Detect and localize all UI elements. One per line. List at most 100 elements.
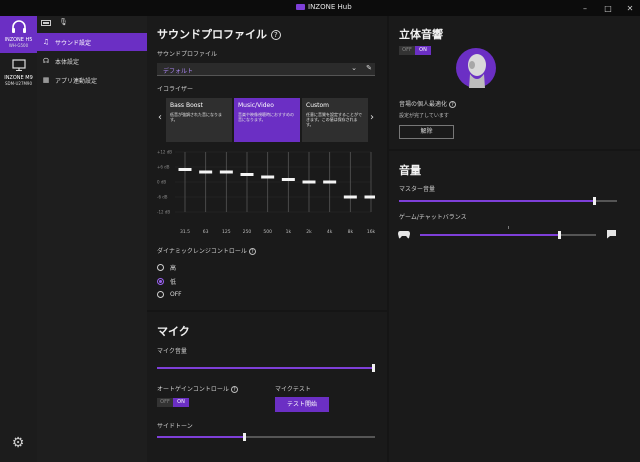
radio-button[interactable] xyxy=(157,264,164,271)
mic-volume-slider[interactable] xyxy=(157,364,375,372)
chevron-left-icon[interactable]: ‹ xyxy=(158,112,162,123)
head-avatar-icon xyxy=(456,48,496,88)
equalizer-label: イコライザー xyxy=(157,86,194,93)
profile-select[interactable]: デフォルト ⌄ ✎ xyxy=(157,63,375,76)
gear-icon[interactable]: ⚙ xyxy=(10,435,26,451)
preset-custom[interactable]: Custom 任意に音質を設定することができます。この値は保存されます。 xyxy=(302,98,368,142)
equalizer-graph[interactable]: +12 dB +6 dB 0 dB -6 dB -12 dB 31.5 63 125 250 50… xyxy=(157,148,375,244)
eq-band-label: 16k xyxy=(367,229,375,235)
eq-band-handle[interactable] xyxy=(343,195,357,199)
spatial-toggle[interactable]: OFF ON xyxy=(399,46,431,55)
slider-handle[interactable] xyxy=(593,197,596,205)
radio-label: 低 xyxy=(170,279,177,286)
music-note-icon: ♫ xyxy=(42,38,50,46)
slider-handle[interactable] xyxy=(558,231,561,239)
game-chat-balance-slider[interactable] xyxy=(420,226,596,239)
mic-test-button[interactable]: テスト開始 xyxy=(275,397,329,412)
minimize-button[interactable]: – xyxy=(574,0,596,16)
eq-scale-label: -6 dB xyxy=(157,195,168,200)
eq-band-label: 500 xyxy=(263,229,272,235)
nav-item-app-link-settings[interactable]: ▦ アプリ連動設定 xyxy=(37,71,147,89)
radio-label: 高 xyxy=(170,265,177,272)
eq-band-handle[interactable] xyxy=(261,175,275,179)
center-tick xyxy=(508,226,509,229)
grid-icon: ▦ xyxy=(42,76,50,84)
nav-top-icons: 🎙 xyxy=(41,18,68,26)
eq-band-handle[interactable] xyxy=(219,170,233,174)
edit-pencil-icon[interactable]: ✎ xyxy=(366,64,372,72)
maximize-button[interactable]: □ xyxy=(597,0,619,16)
battery-icon xyxy=(41,20,51,26)
sidetone-slider[interactable] xyxy=(157,433,375,441)
help-icon[interactable]: ? xyxy=(248,248,256,255)
eq-band-label: 2k xyxy=(306,229,312,235)
nav-item-label: 本体設定 xyxy=(55,58,80,66)
nav-item-device-settings[interactable]: ☊ 本体設定 xyxy=(37,52,147,70)
device-inzone-m9[interactable]: INZONE M9 SDM-U27M90 xyxy=(0,56,37,86)
eq-band-handle[interactable] xyxy=(199,170,213,174)
drc-option-low[interactable]: 低 xyxy=(157,277,176,286)
eq-scale-label: +6 dB xyxy=(157,165,170,170)
help-icon[interactable]: ? xyxy=(270,30,281,40)
inzone-logo-icon xyxy=(296,4,305,10)
spatial-title: 立体音響 xyxy=(399,28,443,41)
personal-optimization-label: 音場の個人最適化 ? xyxy=(399,99,456,108)
eq-scale-label: -12 dB xyxy=(157,210,170,215)
headset-icon: ☊ xyxy=(42,57,50,65)
preset-music-video[interactable]: Music/Video 音楽や映像視聴時におすすめの音になります。 xyxy=(234,98,300,142)
eq-band-label: 63 xyxy=(203,229,209,235)
preset-desc: 低音が強調された音になります。 xyxy=(170,112,222,122)
preset-title: Bass Boost xyxy=(170,102,203,109)
help-icon[interactable]: ? xyxy=(448,101,456,108)
master-volume-slider[interactable] xyxy=(399,197,617,205)
headphones-icon xyxy=(11,20,26,33)
title-bar: INZONE Hub – □ ✕ xyxy=(0,0,640,16)
close-button[interactable]: ✕ xyxy=(619,0,640,16)
microphone-icon[interactable]: 🎙 xyxy=(59,18,68,26)
device-inzone-h5[interactable]: INZONE H5 WH-G500 xyxy=(0,16,37,53)
mic-volume-label: マイク音量 xyxy=(157,348,187,355)
nav-item-label: アプリ連動設定 xyxy=(55,77,98,85)
radio-button[interactable] xyxy=(157,291,164,298)
preset-title: Custom xyxy=(306,102,329,109)
agc-label: オートゲインコントロール ? xyxy=(157,384,238,393)
slider-handle[interactable] xyxy=(372,364,375,372)
nav-column: 🎙 ♫ サウンド設定 ☊ 本体設定 ▦ アプリ連動設定 xyxy=(37,16,147,462)
device-model: SDM-U27M90 xyxy=(4,81,33,86)
device-model: WH-G500 xyxy=(8,43,29,48)
radio-button[interactable] xyxy=(157,278,164,285)
app-title: INZONE Hub xyxy=(296,3,352,11)
drc-option-high[interactable]: 高 xyxy=(157,263,176,272)
preset-desc: 任意に音質を設定することができます。この値は保存されます。 xyxy=(306,112,362,127)
device-column: INZONE H5 WH-G500 INZONE M9 SDM-U27M90 ⚙ xyxy=(0,16,37,462)
monitor-icon xyxy=(11,59,26,71)
slider-handle[interactable] xyxy=(243,433,246,441)
eq-band-label: 125 xyxy=(222,229,231,235)
master-volume-label: マスター音量 xyxy=(399,186,436,193)
sound-profile-title: サウンドプロファイル ? xyxy=(157,26,281,42)
nav-item-sound-settings[interactable]: ♫ サウンド設定 xyxy=(37,33,147,51)
preset-bass-boost[interactable]: Bass Boost 低音が強調された音になります。 xyxy=(166,98,232,142)
eq-band-handle[interactable] xyxy=(240,173,254,176)
drc-option-off[interactable]: OFF xyxy=(157,291,182,298)
eq-band-handle[interactable] xyxy=(302,180,316,184)
chevron-right-icon[interactable]: › xyxy=(370,112,374,123)
eq-band-handle[interactable] xyxy=(323,180,337,184)
eq-scale-label: +12 dB xyxy=(157,150,172,155)
eq-band-label: 4k xyxy=(327,229,333,235)
app-title-text: INZONE Hub xyxy=(308,3,352,11)
toggle-off: OFF xyxy=(157,398,173,407)
chevron-down-icon: ⌄ xyxy=(351,64,357,72)
eq-band-label: 250 xyxy=(243,229,252,235)
eq-band-handle[interactable] xyxy=(281,178,295,181)
optimization-status: 設定が完了しています xyxy=(399,113,449,119)
drc-label: ダイナミックレンジコントロール ? xyxy=(157,246,256,255)
help-icon[interactable]: ? xyxy=(230,386,238,393)
eq-band-handle[interactable] xyxy=(364,195,376,199)
eq-band-handle[interactable] xyxy=(178,168,192,171)
profile-label: サウンドプロファイル xyxy=(157,51,218,58)
preset-desc: 音楽や映像視聴時におすすめの音になります。 xyxy=(238,112,294,122)
agc-toggle[interactable]: OFF ON xyxy=(157,398,189,407)
clear-button[interactable]: 解除 xyxy=(399,125,454,139)
eq-band-label: 1k xyxy=(286,229,292,235)
